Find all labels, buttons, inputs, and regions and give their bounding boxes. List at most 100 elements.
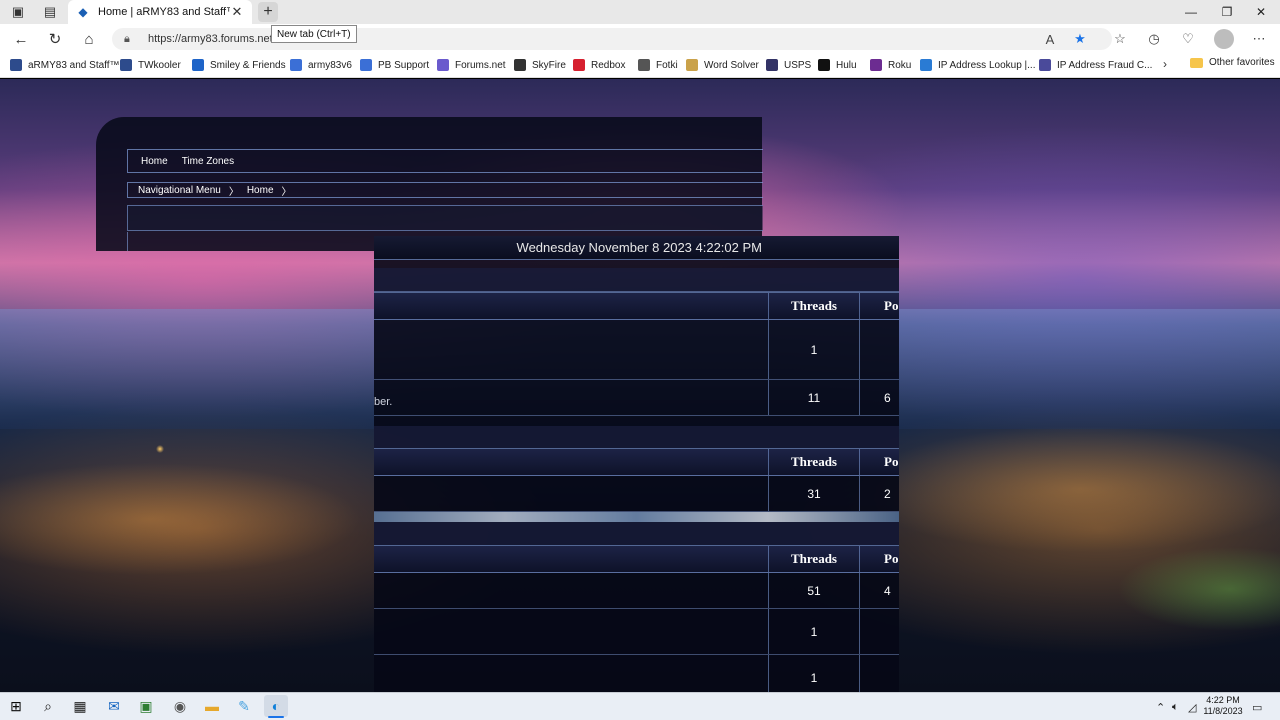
bookmark-label: IP Address Fraud C... — [1057, 59, 1153, 71]
bookmark-label: Redbox — [591, 59, 626, 71]
file-explorer-icon[interactable]: ▬ — [200, 695, 224, 717]
bookmark-item[interactable]: army83v6 — [290, 57, 352, 73]
bookmark-item[interactable]: Forums.net — [437, 57, 506, 73]
close-tab-icon[interactable]: ✕ — [230, 4, 244, 20]
taskbar-clock[interactable]: 4:22 PM 11/8/2023 — [1200, 695, 1246, 717]
workspaces-icon[interactable]: ▣ — [2, 0, 34, 24]
bookmark-item[interactable]: TWkooler — [120, 57, 181, 73]
start-windows-icon[interactable]: ⊞ — [4, 695, 28, 717]
threads-header: Threads — [768, 293, 860, 319]
board-row[interactable]: ber. 11 6 — [374, 380, 899, 416]
browser-tab[interactable]: ◆ Home | aRMY83 and Staff™ ✕ — [68, 0, 252, 24]
thread-count: 1 — [768, 655, 860, 692]
post-count: 6 — [884, 390, 891, 405]
bookmark-favicon-icon — [1039, 59, 1051, 71]
breadcrumb-separator-icon: 〉 — [281, 186, 292, 198]
breadcrumb-home[interactable]: Home — [247, 185, 274, 196]
home-icon[interactable]: ⌂ — [77, 27, 101, 51]
bookmark-item[interactable]: IP Address Lookup |... — [920, 57, 1035, 73]
back-icon[interactable]: ← — [9, 27, 33, 51]
mail-icon[interactable]: ✉ — [102, 695, 126, 717]
bookmark-label: army83v6 — [308, 59, 352, 71]
tab-title: Home | aRMY83 and Staff™ — [98, 6, 230, 18]
bookmark-label: Smiley & Friends — [210, 59, 286, 71]
bookmark-item[interactable]: Word Solver — [686, 57, 759, 73]
history-icon[interactable]: ◷ — [1143, 28, 1165, 50]
tray-chevron-icon[interactable]: ⌃ — [1156, 697, 1165, 717]
search-icon[interactable]: ⌕ — [36, 695, 60, 717]
active-app-indicator — [268, 716, 284, 718]
date-time-bar: Wednesday November 8 2023 4:22:02 PM — [374, 236, 899, 260]
bookmark-favicon-icon — [920, 59, 932, 71]
edge-browser-icon[interactable]: ◐ — [264, 695, 288, 717]
bookmark-label: Word Solver — [704, 59, 759, 71]
notifications-icon[interactable]: ▭ — [1252, 697, 1262, 717]
minimize-button[interactable]: — — [1174, 0, 1208, 24]
volume-icon[interactable]: 🔈︎ — [1172, 697, 1179, 717]
bookmark-favicon-icon — [818, 59, 830, 71]
bookmark-item[interactable]: Redbox — [573, 57, 625, 73]
folder-icon — [1190, 57, 1203, 68]
breadcrumb: Navigational Menu 〉 Home 〉 — [127, 182, 763, 198]
bookmark-favicon-icon — [290, 59, 302, 71]
post-count: 2 — [884, 486, 891, 501]
notepad-icon[interactable]: ✎ — [232, 695, 256, 717]
clock-time: 4:22 PM — [1206, 695, 1240, 705]
posts-header: Po — [884, 551, 899, 566]
category-header-row: Threads Po — [374, 448, 899, 476]
board-row[interactable]: 1 — [374, 320, 899, 380]
refresh-icon[interactable]: ↻ — [43, 27, 67, 51]
more-menu-icon[interactable]: ⋯ — [1248, 28, 1270, 50]
forum-blank-edge — [127, 232, 374, 251]
bookmark-label: Roku — [888, 59, 912, 71]
threads-header: Threads — [768, 546, 860, 572]
post-count — [860, 320, 899, 379]
bookmark-item[interactable]: Fotki — [638, 57, 678, 73]
profile-avatar[interactable] — [1214, 29, 1234, 49]
bookmark-label: aRMY83 and Staff™ — [28, 59, 120, 71]
category-strip — [374, 522, 899, 546]
favorites-icon[interactable]: ☆ — [1109, 28, 1131, 50]
new-tab-button[interactable]: + — [258, 2, 278, 22]
favorite-star-icon[interactable]: ★ — [1069, 28, 1091, 50]
board-row[interactable]: 1 — [374, 609, 899, 655]
bookmark-item[interactable]: aRMY83 and Staff™ — [10, 57, 120, 73]
windows-taskbar — [0, 692, 1280, 720]
maximize-button[interactable]: ❐ — [1210, 0, 1244, 24]
task-view-icon[interactable]: ▦ — [68, 695, 92, 717]
bookmark-item[interactable]: Hulu — [818, 57, 857, 73]
thread-count: 1 — [768, 320, 860, 379]
clock-date: 11/8/2023 — [1203, 706, 1243, 716]
bookmark-favicon-icon — [573, 59, 585, 71]
bookmark-label: PB Support — [378, 59, 430, 71]
board-row[interactable]: 51 4 — [374, 573, 899, 609]
tab-actions-icon[interactable]: ▤ — [34, 0, 66, 24]
bookmark-item[interactable]: Roku — [870, 57, 911, 73]
bookmark-item[interactable]: USPS — [766, 57, 811, 73]
browser-essentials-icon[interactable]: ♡ — [1177, 28, 1199, 50]
network-icon[interactable]: ◿ — [1188, 697, 1196, 717]
thread-count: 1 — [768, 609, 860, 654]
nav-link-time-zones[interactable]: Time Zones — [182, 156, 234, 167]
address-input[interactable]: 🔒︎ https://army83.forums.net — [112, 28, 1112, 50]
bookmark-item[interactable]: Smiley & Friends — [192, 57, 286, 73]
thread-count: 31 — [768, 476, 860, 511]
bookmark-label: IP Address Lookup |... — [938, 59, 1036, 71]
store-icon[interactable]: ▣ — [134, 695, 158, 717]
url-text: https://army83.forums.net — [148, 33, 273, 45]
close-window-button[interactable]: ✕ — [1244, 0, 1278, 24]
other-favorites-folder[interactable]: Other favorites — [1190, 57, 1275, 68]
board-row[interactable]: 1 — [374, 655, 899, 692]
date-time-text: Wednesday November 8 2023 4:22:02 PM — [516, 240, 762, 255]
bookmark-item[interactable]: IP Address Fraud C... — [1039, 57, 1152, 73]
bookmark-item[interactable]: PB Support — [360, 57, 429, 73]
board-row[interactable]: 31 2 — [374, 476, 899, 512]
nav-link-home[interactable]: Home — [141, 156, 168, 167]
read-aloud-icon[interactable]: A — [1039, 28, 1061, 50]
app-icon[interactable]: ◉ — [168, 695, 192, 717]
threads-header: Threads — [768, 449, 860, 475]
other-favorites-label: Other favorites — [1209, 57, 1275, 68]
breadcrumb-nav-menu[interactable]: Navigational Menu — [138, 185, 221, 196]
bookmark-item[interactable]: SkyFire — [514, 57, 566, 73]
more-bookmarks-chevron-icon[interactable]: › — [1163, 57, 1167, 71]
